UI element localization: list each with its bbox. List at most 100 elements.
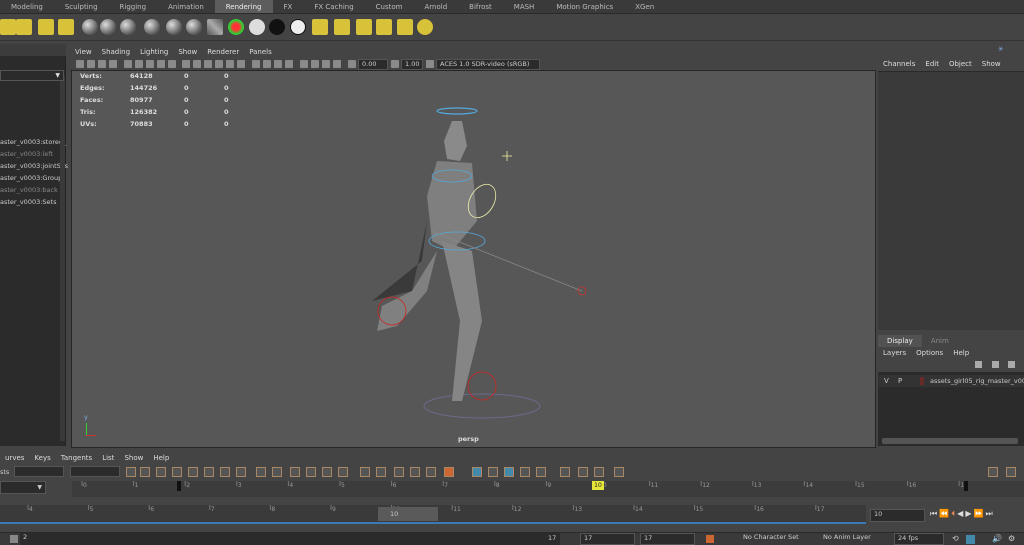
tangent-clamped-icon[interactable] [204, 467, 214, 477]
light-icon[interactable] [312, 19, 328, 35]
smooth-shade-icon[interactable] [193, 60, 201, 68]
cycle-offset-icon[interactable] [410, 467, 420, 477]
lock-tangent-icon[interactable] [306, 467, 316, 477]
channel-menu-object[interactable]: Object [944, 58, 977, 70]
range-handle[interactable]: 10 [378, 507, 438, 521]
play-back-icon[interactable]: ◀ [957, 509, 963, 522]
image-plane-icon[interactable] [109, 60, 117, 68]
graph-field[interactable] [14, 466, 64, 477]
shadows-icon[interactable] [237, 60, 245, 68]
anim-layer-dropdown[interactable]: No Anim Layer [820, 533, 890, 545]
keyframe-marker[interactable] [964, 481, 968, 491]
xray-icon[interactable] [311, 60, 319, 68]
isolate-select-icon[interactable] [300, 60, 308, 68]
shelf-tab-fx[interactable]: FX [273, 0, 304, 13]
play-forward-icon[interactable]: ▶ [965, 509, 971, 522]
character-rig-figure[interactable] [352, 101, 612, 421]
light-icon[interactable] [356, 19, 372, 35]
select-camera-icon[interactable] [76, 60, 84, 68]
viewport-panel[interactable]: Verts: 64128 0 0 Edges: 144726 0 0 Faces… [71, 70, 876, 448]
step-back-icon[interactable]: ⏪ [939, 509, 949, 522]
move-key-icon[interactable] [126, 467, 136, 477]
shelf-tab-fx-caching[interactable]: FX Caching [303, 0, 364, 13]
shelf-tab-custom[interactable]: Custom [365, 0, 414, 13]
ramp-icon[interactable] [207, 19, 223, 35]
black-sphere-icon[interactable] [269, 19, 285, 35]
light-icon[interactable] [397, 19, 413, 35]
ibl-icon[interactable] [417, 19, 433, 35]
outliner-item[interactable]: aster_v0003:jointSys [0, 162, 68, 170]
prev-key-icon[interactable]: ⏴ [951, 509, 955, 522]
outliner-item[interactable]: aster_v0003:stored_ [0, 138, 66, 146]
outlined-sphere-icon[interactable] [290, 19, 306, 35]
fps-dropdown[interactable]: 24 fps [894, 533, 944, 545]
layer-row[interactable]: V P assets_girl05_rig_master_v0003:g [878, 375, 1024, 387]
viewport-menu-renderer[interactable]: Renderer [202, 46, 244, 58]
layout-icon[interactable] [1006, 467, 1016, 477]
graph-menu-help[interactable]: Help [148, 452, 174, 464]
curve-icon[interactable] [614, 467, 624, 477]
graph-menu-urves[interactable]: urves [0, 452, 29, 464]
tangent-stepped-icon[interactable] [220, 467, 230, 477]
shelf-tab-xgen[interactable]: XGen [624, 0, 665, 13]
range-slider[interactable]: 4567891011121314151617 10 [0, 505, 866, 524]
graph-menu-tangents[interactable]: Tangents [56, 452, 97, 464]
film-gate-icon[interactable] [135, 60, 143, 68]
shelf-tab-mash[interactable]: MASH [503, 0, 546, 13]
normalize-icon[interactable] [488, 467, 498, 477]
graph-field[interactable] [70, 466, 120, 477]
light-icon[interactable] [334, 19, 350, 35]
channel-menu-edit[interactable]: Edit [920, 58, 944, 70]
gamma-field[interactable]: 1.00 [401, 59, 423, 70]
outliner-item[interactable]: aster_v0003:Sets [0, 198, 56, 206]
depth-of-field-icon[interactable] [285, 60, 293, 68]
curve-icon[interactable] [578, 467, 588, 477]
layer-tab-anim[interactable]: Anim [922, 335, 958, 347]
exposure-icon[interactable] [348, 60, 356, 68]
layer-color-swatch[interactable] [920, 377, 924, 385]
outliner-item[interactable]: aster_v0003:Group [0, 174, 62, 182]
new-layer-selected-icon[interactable] [1008, 361, 1015, 368]
step-forward-icon[interactable]: ⏩ [973, 509, 983, 522]
exposure-field[interactable]: 0.00 [358, 59, 388, 70]
xray-joints-icon[interactable] [322, 60, 330, 68]
graph-menu-list[interactable]: List [97, 452, 119, 464]
outliner-filter-dropdown[interactable]: ▼ [0, 70, 64, 81]
tangent-flat-icon[interactable] [236, 467, 246, 477]
curve-icon[interactable] [520, 467, 530, 477]
time-dropdown[interactable]: ▼ [0, 481, 46, 494]
xray-components-icon[interactable] [333, 60, 341, 68]
white-sphere-icon[interactable] [249, 19, 265, 35]
character-set-dropdown[interactable]: No Character Set [740, 533, 810, 545]
bookmark-icon[interactable] [98, 60, 106, 68]
outliner-item[interactable]: aster_v0003:left [0, 150, 53, 158]
shelf-tab-arnold[interactable]: Arnold [414, 0, 459, 13]
layer-menu-layers[interactable]: Layers [878, 347, 911, 359]
anim-end-field[interactable]: 17 [640, 533, 695, 545]
unify-tangents-icon[interactable] [272, 467, 282, 477]
current-time-marker[interactable]: 10 [592, 481, 604, 490]
shelf-tab-modeling[interactable]: Modeling [0, 0, 54, 13]
anti-aliasing-icon[interactable] [274, 60, 282, 68]
range-end-field[interactable]: 17 [580, 533, 635, 545]
curve-icon[interactable] [536, 467, 546, 477]
move-layer-up-icon[interactable] [975, 361, 982, 368]
motion-blur-icon[interactable] [263, 60, 271, 68]
current-frame-field[interactable]: 10 [870, 509, 925, 522]
lattice-icon[interactable] [156, 467, 166, 477]
go-to-end-icon[interactable]: ⏭ [985, 509, 992, 522]
layer-visibility-toggle[interactable]: V [884, 377, 889, 385]
swap-buffer-icon[interactable] [338, 467, 348, 477]
loop-icon[interactable]: ⟲ [952, 534, 959, 543]
layer-scrollbar[interactable] [882, 438, 1018, 444]
viewport-menu-panels[interactable]: Panels [244, 46, 277, 58]
gamma-icon[interactable] [391, 60, 399, 68]
color-management-icon[interactable] [426, 60, 434, 68]
shelf-tab-bifrost[interactable]: Bifrost [458, 0, 503, 13]
shader-sphere-icon[interactable] [82, 19, 98, 35]
anim-prefs-icon[interactable]: ⚙ [1008, 534, 1015, 543]
layer-playback-toggle[interactable]: P [898, 377, 902, 385]
shelf-tab-sculpting[interactable]: Sculpting [54, 0, 109, 13]
layer-name[interactable]: assets_girl05_rig_master_v0003:g [930, 377, 1024, 385]
outliner-item[interactable]: aster_v0003:back [0, 186, 58, 194]
